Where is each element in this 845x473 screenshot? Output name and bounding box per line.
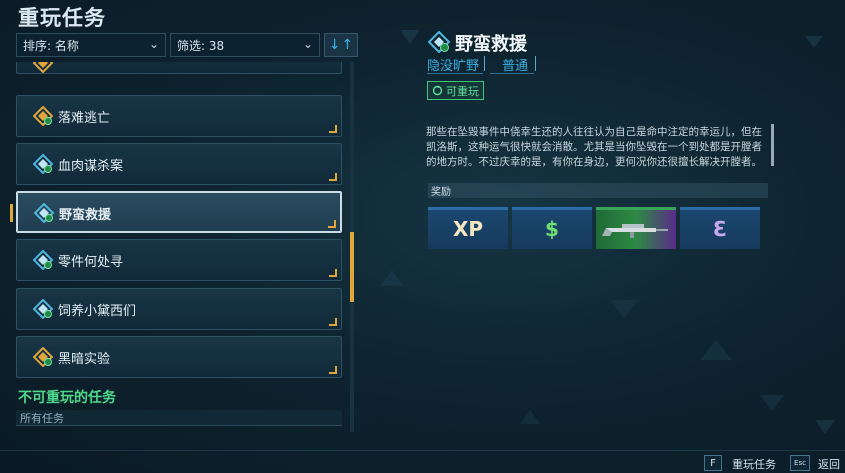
sort-label: 排序: 名称 [23, 38, 79, 53]
xp-icon: XP [452, 217, 484, 241]
back-button[interactable]: 返回 [818, 456, 840, 472]
side-mission-icon [33, 299, 53, 319]
sort-dropdown[interactable]: 排序: 名称 ⌄ [16, 33, 166, 57]
mission-description: 那些在坠毁事件中侥幸生还的人往往认为自己是命中注定的幸运儿，但在凯洛斯，这种运气… [426, 126, 762, 168]
mission-name: 零件何处寻 [58, 255, 124, 270]
mission-item-selected[interactable]: 野蛮救援 [16, 191, 342, 233]
eridium-icon: Ɛ [713, 217, 727, 241]
replay-key-hint[interactable]: F [704, 455, 722, 471]
location-tag: 隐没旷野 [427, 59, 480, 74]
mission-name: 落难逃亡 [58, 111, 111, 126]
cash-icon: $ [545, 217, 559, 241]
mission-list[interactable]: 落难逃亡 血肉谋杀案 野蛮救援 零件何处寻 饲养小黛西们 黑暗实验 [16, 62, 344, 432]
mission-name: 黑暗实验 [58, 352, 111, 367]
reward-cash[interactable]: $ [512, 207, 592, 249]
mission-item[interactable]: 落难逃亡 [16, 95, 342, 137]
side-mission-icon [33, 154, 53, 174]
rewards-header: 奖励 [428, 183, 768, 198]
side-mission-icon [33, 62, 53, 73]
arrow-up-icon: ↑ [341, 37, 354, 53]
chevron-down-icon: ⌄ [148, 37, 159, 51]
footer-divider [0, 450, 845, 451]
reward-weapon[interactable] [596, 207, 676, 249]
corner-accent [328, 220, 336, 228]
filter-label: 筛选: 38 [177, 38, 225, 53]
side-mission-icon [34, 203, 54, 223]
weapon-rifle-icon [602, 224, 668, 238]
reward-eridium[interactable]: Ɛ [680, 207, 760, 249]
corner-accent [329, 269, 337, 277]
tag-underline [490, 73, 534, 74]
back-key-hint[interactable]: Esc [790, 455, 810, 471]
side-mission-icon [33, 250, 53, 270]
mission-item[interactable]: 黑暗实验 [16, 336, 342, 378]
mission-title: 野蛮救援 [455, 34, 527, 55]
non-replayable-filter[interactable]: 所有任务 [16, 410, 342, 426]
corner-accent [329, 318, 337, 326]
tag-divider [484, 56, 485, 71]
tag-underline [427, 73, 483, 74]
replayable-badge: 可重玩 [427, 81, 484, 100]
difficulty-tag: 普通 [502, 59, 529, 74]
mission-item[interactable]: 饲养小黛西们 [16, 288, 342, 330]
non-replayable-title: 不可重玩的任务 [18, 390, 116, 406]
corner-accent [329, 366, 337, 374]
sort-direction-button[interactable]: ↓ ↑ [324, 33, 358, 57]
replay-icon [432, 85, 443, 96]
scrollbar-thumb[interactable] [350, 232, 354, 302]
mission-name: 饲养小黛西们 [58, 304, 137, 319]
arrow-down-icon: ↓ [328, 37, 341, 53]
replayable-label: 可重玩 [446, 84, 479, 98]
mission-item[interactable]: 血肉谋杀案 [16, 143, 342, 185]
corner-accent [329, 125, 337, 133]
page-title: 重玩任务 [18, 6, 106, 30]
mission-name: 野蛮救援 [59, 208, 112, 223]
chevron-down-icon: ⌄ [302, 37, 313, 51]
tag-divider [535, 56, 536, 71]
mission-item[interactable]: 零件何处寻 [16, 239, 342, 281]
mission-name: 血肉谋杀案 [58, 159, 124, 174]
description-scrollbar[interactable] [771, 124, 774, 166]
corner-accent [329, 173, 337, 181]
replay-mission-button[interactable]: 重玩任务 [732, 456, 776, 472]
reward-xp[interactable]: XP [428, 207, 508, 249]
filter-dropdown[interactable]: 筛选: 38 ⌄ [170, 33, 320, 57]
selection-marker [10, 204, 13, 222]
side-mission-icon [33, 106, 53, 126]
side-mission-icon [428, 31, 450, 53]
mission-item-partial[interactable] [16, 62, 342, 74]
side-mission-icon [33, 347, 53, 367]
